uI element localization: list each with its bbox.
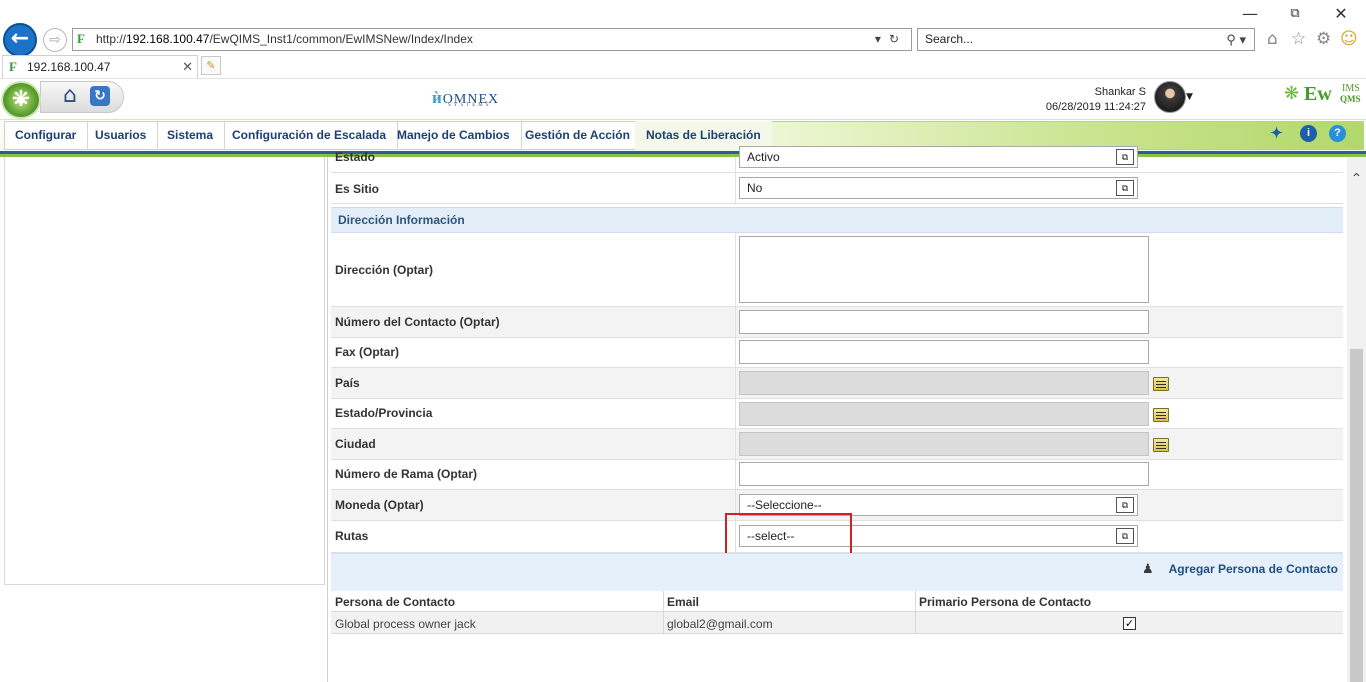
tab-title: 192.168.100.47 bbox=[27, 60, 111, 74]
highlight-box bbox=[725, 513, 852, 558]
lookup-list-icon[interactable] bbox=[1153, 438, 1169, 452]
url-path: /EwQIMS_Inst1/common/EwIMSNew/Index/Inde… bbox=[209, 32, 473, 46]
add-contact-icon[interactable]: ♟ bbox=[1142, 562, 1158, 578]
home-icon[interactable]: ⌂ bbox=[58, 84, 82, 108]
back-button[interactable]: ← bbox=[3, 23, 37, 57]
column-header-primario[interactable]: Primario Persona de Contacto bbox=[919, 595, 1091, 609]
lookup-list-icon[interactable] bbox=[1153, 408, 1169, 422]
contacts-table-header bbox=[331, 591, 1343, 612]
column-header-email[interactable]: Email bbox=[667, 595, 699, 609]
user-menu-caret-icon[interactable]: ▼ bbox=[1186, 92, 1193, 102]
table-row[interactable] bbox=[331, 612, 1343, 634]
ewqims-logo-ew: Ew bbox=[1304, 83, 1332, 105]
moneda-label: Moneda (Optar) bbox=[335, 498, 424, 512]
lookup-list-icon[interactable] bbox=[1153, 377, 1169, 391]
direccion-label: Dirección (Optar) bbox=[335, 263, 434, 277]
url-host: 192.168.100.47 bbox=[126, 32, 210, 46]
es-sitio-select[interactable]: No ⧉ bbox=[739, 177, 1138, 199]
row-divider bbox=[735, 157, 736, 173]
forward-button[interactable]: ⇨ bbox=[43, 28, 67, 52]
nav-pill bbox=[40, 81, 124, 113]
moneda-value: --Seleccione-- bbox=[747, 498, 822, 512]
favorites-icon[interactable]: ☆ bbox=[1291, 30, 1306, 48]
row-divider bbox=[735, 368, 736, 399]
numero-contacto-label: Número del Contacto (Optar) bbox=[335, 315, 500, 329]
contact-email-cell: global2@gmail.com bbox=[667, 617, 773, 631]
column-divider bbox=[915, 591, 916, 634]
search-input[interactable]: Search... ⚲ ▾ bbox=[917, 28, 1255, 51]
numero-contacto-input[interactable] bbox=[739, 310, 1149, 334]
direccion-textarea[interactable] bbox=[739, 236, 1149, 303]
row-divider bbox=[735, 429, 736, 460]
section-direccion-informacion: Dirección Información bbox=[331, 207, 1343, 233]
es-sitio-value: No bbox=[747, 181, 763, 195]
ewqims-logo: ❋ Ew IMS QMS bbox=[1284, 83, 1361, 109]
estado-provincia-input bbox=[739, 402, 1149, 426]
row-divider bbox=[735, 307, 736, 338]
chevron-down-icon[interactable]: ⧉ bbox=[1116, 180, 1134, 196]
site-favicon-icon: F bbox=[77, 31, 85, 46]
estado-value: Activo bbox=[747, 150, 780, 164]
minimize-icon[interactable]: — bbox=[1239, 4, 1261, 24]
app-logo-icon[interactable]: ❋ bbox=[1, 81, 41, 119]
column-divider bbox=[663, 591, 664, 634]
contact-persona-cell: Global process owner jack bbox=[335, 617, 476, 631]
row-divider bbox=[735, 233, 736, 307]
primario-checkbox[interactable]: ✓ bbox=[1123, 617, 1136, 630]
left-panel bbox=[4, 157, 325, 585]
chevron-down-icon[interactable]: ⧉ bbox=[1116, 528, 1134, 544]
refresh-icon[interactable]: ↻ bbox=[889, 32, 907, 46]
menu-overlay bbox=[0, 119, 1366, 151]
scroll-up-icon[interactable]: ⌃ bbox=[1347, 170, 1366, 188]
ciudad-input bbox=[739, 432, 1149, 456]
address-bar[interactable]: F http://192.168.100.47/EwQIMS_Inst1/com… bbox=[72, 28, 912, 51]
row-divider bbox=[735, 460, 736, 490]
tab-favicon-icon: F bbox=[9, 59, 17, 74]
restore-icon[interactable]: ⧉ bbox=[1284, 4, 1306, 24]
pais-input bbox=[739, 371, 1149, 395]
refresh-app-icon[interactable]: ↻ bbox=[90, 86, 110, 106]
section-title: Dirección Información bbox=[338, 213, 465, 227]
new-tab-icon[interactable]: ✎ bbox=[201, 56, 221, 75]
omnex-logo: ѝOMNEX SYSTEMS bbox=[432, 88, 500, 108]
omnex-logo-sub: SYSTEMS bbox=[448, 103, 492, 108]
url-prefix: http:// bbox=[96, 32, 127, 46]
estado-provincia-label: Estado/Provincia bbox=[335, 406, 433, 420]
settings-gear-icon[interactable]: ⚙ bbox=[1316, 30, 1331, 48]
numero-rama-input[interactable] bbox=[739, 462, 1149, 486]
row-divider bbox=[735, 338, 736, 368]
current-datetime: 06/28/2019 11:24:27 bbox=[1045, 101, 1146, 113]
ewqims-logo-qms: QMS bbox=[1340, 94, 1361, 104]
ciudad-label: Ciudad bbox=[335, 437, 376, 451]
address-tools: ▾↻ bbox=[875, 29, 907, 50]
fax-input[interactable] bbox=[739, 340, 1149, 364]
row-divider bbox=[735, 399, 736, 429]
column-header-persona[interactable]: Persona de Contacto bbox=[335, 595, 455, 609]
tab-close-icon[interactable]: ✕ bbox=[182, 56, 193, 78]
avatar[interactable] bbox=[1154, 81, 1186, 113]
add-contact-button[interactable]: Agregar Persona de Contacto bbox=[1169, 562, 1338, 576]
panel-divider bbox=[327, 157, 328, 682]
scrollbar-thumb[interactable] bbox=[1350, 349, 1363, 682]
row-divider bbox=[735, 173, 736, 204]
pais-label: País bbox=[335, 376, 360, 390]
ewqims-star-icon: ❋ bbox=[1284, 83, 1300, 103]
rutas-label: Rutas bbox=[335, 529, 369, 543]
close-icon[interactable]: ✕ bbox=[1330, 4, 1352, 24]
fax-label: Fax (Optar) bbox=[335, 345, 400, 359]
user-name: Shankar S bbox=[1094, 86, 1146, 98]
dropdown-icon[interactable]: ▾ bbox=[875, 32, 889, 46]
estado-label: Estado bbox=[335, 150, 376, 164]
search-placeholder: Search... bbox=[925, 32, 974, 46]
chevron-down-icon[interactable]: ⧉ bbox=[1116, 149, 1134, 165]
smiley-icon[interactable]: ☺ bbox=[1340, 30, 1358, 48]
es-sitio-label: Es Sitio bbox=[335, 182, 380, 196]
search-icon[interactable]: ⚲ ▾ bbox=[1226, 29, 1246, 50]
browser-tab[interactable]: F 192.168.100.47 ✕ bbox=[2, 55, 198, 78]
numero-rama-label: Número de Rama (Optar) bbox=[335, 467, 478, 481]
chevron-down-icon[interactable]: ⧉ bbox=[1116, 497, 1134, 513]
home-browser-icon[interactable]: ⌂ bbox=[1267, 30, 1278, 48]
ewqims-logo-ims: IMS bbox=[1342, 83, 1360, 94]
